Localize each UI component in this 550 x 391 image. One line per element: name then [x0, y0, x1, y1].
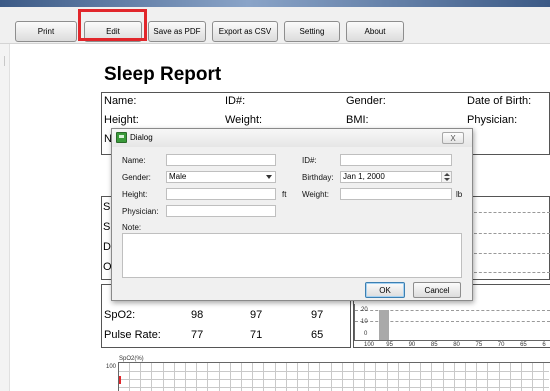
report-title: Sleep Report — [104, 64, 222, 85]
physician-field-label: Physician: — [122, 207, 159, 216]
note-field-label: Note: — [122, 223, 142, 232]
x-tick: 90 — [408, 342, 416, 348]
edit-highlight-box — [78, 9, 147, 41]
chart-gridline — [474, 212, 550, 213]
weight-input[interactable] — [340, 188, 452, 200]
x-tick: 100 — [364, 342, 375, 348]
height-input[interactable] — [166, 188, 276, 200]
spo2-chart-ytick: 100 — [106, 364, 117, 370]
pulse-row-label: Pulse Rate: — [104, 329, 161, 341]
close-button[interactable]: X — [442, 132, 464, 144]
dialog-app-icon — [116, 132, 127, 143]
weight-field-label: Weight: — [302, 190, 329, 199]
summary-label-partial-3: D — [103, 241, 111, 253]
x-tick: 80 — [453, 342, 460, 348]
x-tick: 85 — [430, 342, 438, 348]
dialog-title: Dialog — [130, 133, 153, 142]
y-tick: 20 — [361, 307, 368, 313]
weight-unit: lb — [456, 190, 463, 199]
spo2-value-2: 97 — [250, 309, 263, 321]
x-tick: 6 — [542, 342, 546, 348]
pulse-value-2: 71 — [250, 329, 263, 341]
chevron-down-icon — [266, 175, 272, 179]
y-tick: 10 — [361, 319, 368, 325]
spo2-trend-chart — [118, 362, 550, 391]
grid-line — [119, 379, 549, 380]
about-button[interactable]: About — [346, 21, 404, 42]
spo2-value-1: 98 — [191, 309, 204, 321]
height-label: Height: — [104, 114, 139, 126]
weight-label: Weight: — [225, 114, 263, 126]
physician-input[interactable] — [166, 205, 276, 217]
gender-select-value: Male — [169, 172, 187, 181]
height-unit: ft — [282, 190, 287, 199]
spo2-value-3: 97 — [311, 309, 324, 321]
x-tick: 65 — [520, 342, 527, 348]
ruler-tick — [4, 56, 5, 66]
name-field-label: Name: — [122, 156, 146, 165]
spo2-row-label: SpO2: — [104, 309, 136, 321]
physician-label: Physician: — [467, 114, 518, 126]
x-tick: 75 — [475, 342, 483, 348]
close-icon: X — [450, 133, 456, 143]
grid-line — [119, 387, 549, 388]
pulse-value-1: 77 — [191, 329, 204, 341]
id-label: ID#: — [225, 95, 246, 107]
chart-gridline — [474, 272, 550, 273]
bmi-label: BMI: — [346, 114, 369, 126]
spinner-icon[interactable] — [441, 172, 451, 182]
id-field-label: ID#: — [302, 156, 317, 165]
print-button[interactable]: Print — [15, 21, 77, 42]
summary-label-partial-1: S — [103, 201, 111, 213]
summary-label-partial-2: S — [103, 221, 111, 233]
left-ruler — [0, 44, 10, 391]
pulse-value-3: 65 — [311, 329, 324, 341]
name-input[interactable] — [166, 154, 276, 166]
chart-gridline — [474, 253, 550, 254]
id-input[interactable] — [340, 154, 452, 166]
distribution-bar — [379, 310, 389, 340]
chart-gridline — [474, 233, 550, 234]
birthday-field-label: Birthday: — [302, 173, 334, 182]
birthday-value: Jan 1, 2000 — [343, 172, 385, 181]
note-textarea[interactable] — [122, 233, 462, 278]
grid-line — [119, 371, 549, 372]
gender-label: Gender: — [346, 95, 386, 107]
x-tick: 95 — [386, 342, 393, 348]
save-pdf-button[interactable]: Save as PDF — [148, 21, 206, 42]
ok-button[interactable]: OK — [365, 282, 405, 298]
right-chart-box — [472, 196, 550, 280]
gender-field-label: Gender: — [122, 173, 151, 182]
height-field-label: Height: — [122, 190, 148, 199]
y-tick: 0 — [364, 331, 368, 337]
cancel-button[interactable]: Cancel — [413, 282, 461, 298]
dob-label: Date of Birth: — [467, 95, 532, 107]
name-label: Name: — [104, 95, 137, 107]
window-title-strip — [0, 0, 550, 7]
spo2-trace — [119, 376, 121, 384]
x-tick: 70 — [497, 342, 505, 348]
setting-button[interactable]: Setting — [284, 21, 340, 42]
birthday-picker[interactable]: Jan 1, 2000 — [340, 171, 452, 183]
export-csv-button[interactable]: Export as CSV — [212, 21, 278, 42]
distribution-chart-plot — [354, 304, 550, 341]
gender-select[interactable]: Male — [166, 171, 276, 183]
dialog-titlebar[interactable]: Dialog X — [112, 129, 472, 147]
edit-dialog: Dialog X Name: ID#: Gender: Male Birthda… — [111, 128, 473, 301]
